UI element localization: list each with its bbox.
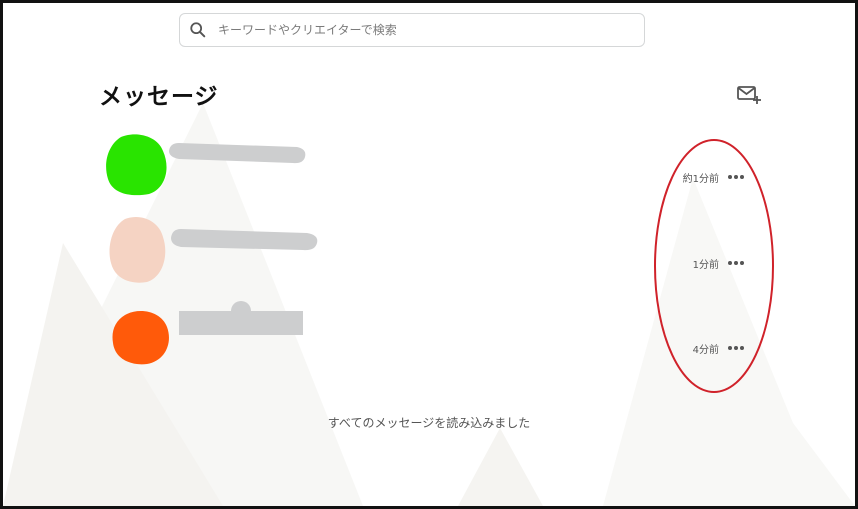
more-options-icon[interactable] (727, 259, 745, 267)
message-timestamp: 約1分前 (682, 174, 719, 185)
avatar[interactable] (107, 215, 171, 285)
app-window: メッセージ 約1分前 1分前 (0, 0, 858, 509)
avatar-shape (106, 134, 167, 196)
avatar-shape (109, 217, 166, 283)
avatar[interactable] (105, 133, 169, 197)
all-messages-loaded-text: すべてのメッセージを読み込みました (327, 416, 531, 430)
redacted-sender-name (179, 301, 303, 335)
search-input[interactable] (216, 13, 644, 47)
redacted-sender-name (169, 143, 306, 164)
message-row[interactable]: 4分前 (99, 299, 759, 369)
avatar[interactable] (111, 309, 171, 365)
message-row[interactable]: 1分前 (99, 215, 759, 285)
search-bar[interactable] (179, 13, 645, 47)
page-title: メッセージ (99, 84, 219, 110)
mail-plus-icon[interactable] (736, 83, 762, 105)
redacted-sender-name (171, 229, 318, 251)
message-timestamp: 4分前 (692, 345, 719, 356)
message-timestamp: 1分前 (692, 260, 719, 271)
search-icon (190, 22, 206, 38)
more-options-icon[interactable] (727, 344, 745, 352)
more-options-icon[interactable] (727, 173, 745, 181)
avatar-shape (112, 311, 169, 365)
message-row[interactable]: 約1分前 (99, 133, 759, 203)
